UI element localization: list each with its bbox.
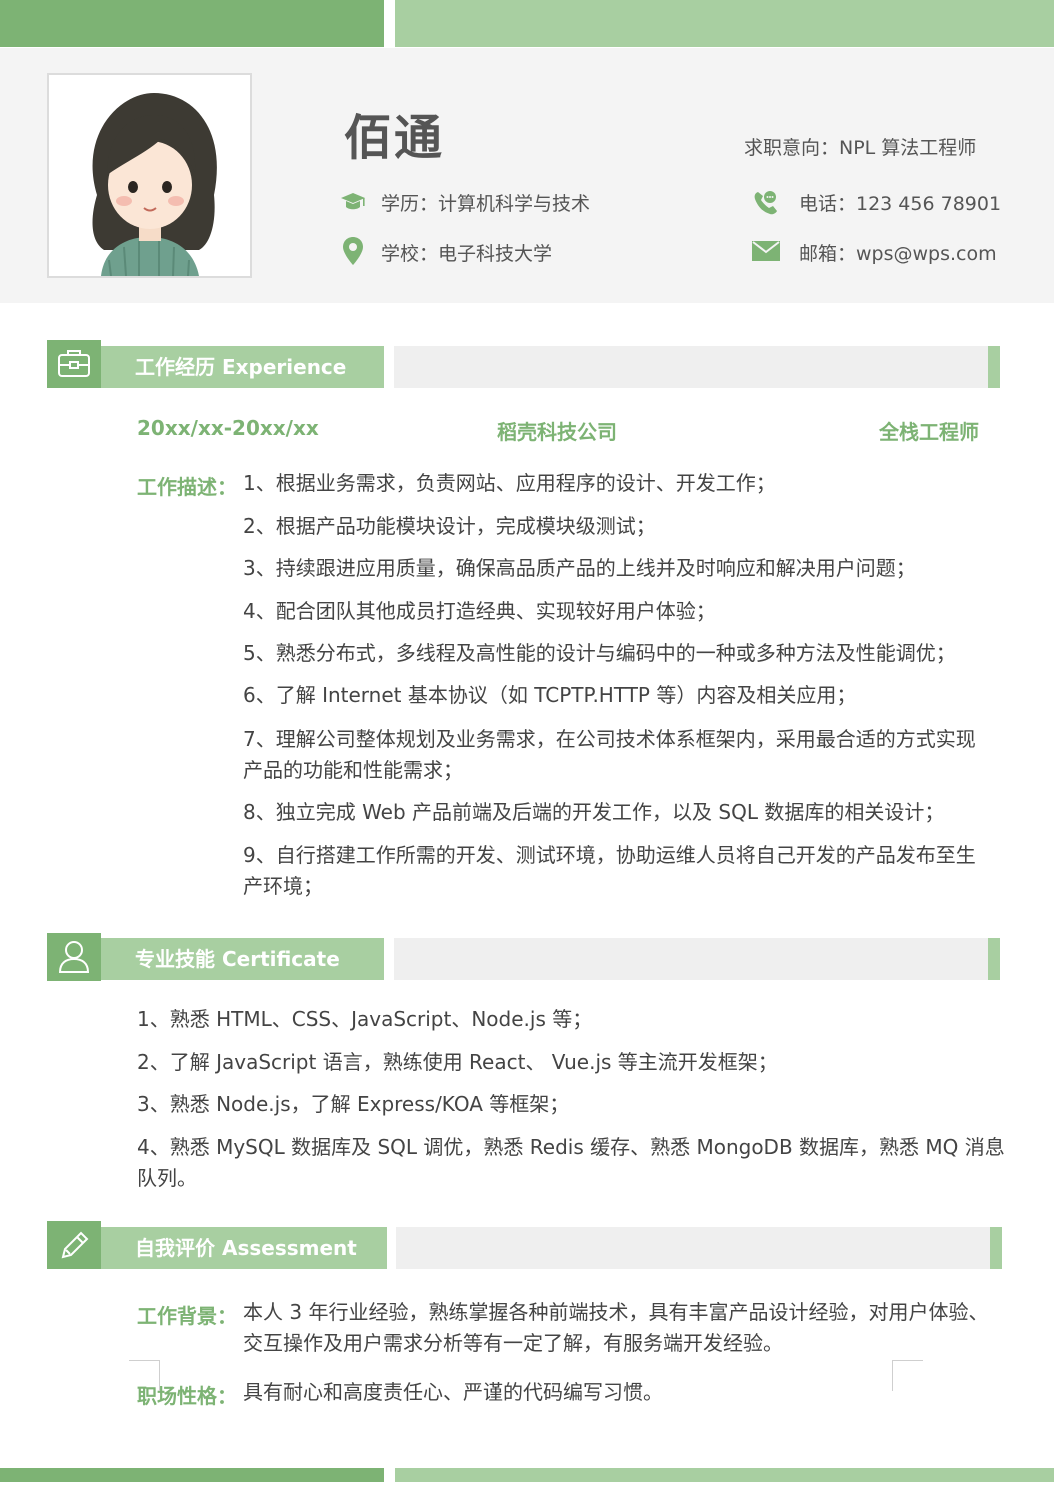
school-text: 学校：电子科技大学	[381, 243, 553, 265]
phone-text: 电话：123 456 78901	[799, 193, 1002, 215]
assessment-title: 自我评价 Assessment	[101, 1227, 387, 1269]
assessment-title-end	[990, 1227, 1002, 1269]
work-desc-item: 6、了解 Internet 基本协议（如 TCPTP.HTTP 等）内容及相关应…	[243, 683, 857, 707]
location-pin-icon	[342, 237, 368, 265]
top-bar-right	[395, 0, 1054, 47]
experience-period: 20xx/xx-20xx/xx	[137, 416, 319, 440]
skills-icon-box	[47, 933, 101, 981]
assessment-icon-box	[47, 1221, 101, 1269]
profile-photo	[47, 73, 252, 278]
bottom-bar-right	[395, 1468, 1054, 1482]
work-background-label: 工作背景：	[137, 1304, 237, 1328]
experience-position: 全栈工程师	[879, 420, 979, 444]
experience-icon-box	[47, 340, 101, 388]
work-background-text: 本人 3 年行业经验，熟练掌握各种前端技术，具有丰富产品设计经验，对用户体验、交…	[243, 1300, 989, 1355]
corner-mark-right	[892, 1360, 923, 1391]
graduation-cap-icon	[340, 189, 366, 215]
experience-title-end	[988, 346, 1000, 388]
skill-item: 3、熟悉 Node.js，了解 Express/KOA 等框架；	[137, 1092, 570, 1116]
assessment-title-track	[396, 1227, 990, 1269]
work-desc-label: 工作描述：	[137, 475, 237, 499]
skill-item: 4、熟悉 MySQL 数据库及 SQL 调优，熟悉 Redis 缓存、熟悉 Mo…	[137, 1135, 1005, 1190]
email-text: 邮箱：wps@wps.com	[799, 243, 997, 265]
skills-title: 专业技能 Certificate	[101, 938, 384, 980]
education-text: 学历：计算机科学与技术	[381, 193, 591, 215]
experience-title-track	[394, 346, 988, 388]
avatar-illustration	[49, 75, 250, 276]
top-bar-left	[0, 0, 384, 47]
skills-title-end	[988, 938, 1000, 980]
mail-icon	[752, 240, 780, 266]
pencil-icon	[61, 1231, 89, 1259]
work-desc-item: 1、根据业务需求，负责网站、应用程序的设计、开发工作；	[243, 471, 776, 495]
work-desc-item: 3、持续跟进应用质量，确保高品质产品的上线并及时响应和解决用户问题；	[243, 556, 916, 580]
work-desc-item: 5、熟悉分布式，多线程及高性能的设计与编码中的一种或多种方法及性能调优；	[243, 641, 956, 665]
phone-icon	[752, 189, 778, 215]
candidate-name: 佰通	[344, 110, 445, 166]
briefcase-icon	[58, 350, 90, 377]
experience-title: 工作经历 Experience	[101, 346, 384, 388]
job-intent: 求职意向：NPL 算法工程师	[744, 137, 977, 159]
skills-title-track	[394, 938, 988, 980]
work-desc-item: 8、独立完成 Web 产品前端及后端的开发工作，以及 SQL 数据库的相关设计；	[243, 800, 945, 824]
work-desc-item: 7、理解公司整体规划及业务需求，在公司技术体系框架内，采用最合适的方式实现产品的…	[243, 727, 976, 782]
skill-item: 1、熟悉 HTML、CSS、JavaScript、Node.js 等；	[137, 1007, 593, 1031]
work-desc-item: 4、配合团队其他成员打造经典、实现较好用户体验；	[243, 599, 716, 623]
corner-mark-left	[129, 1360, 160, 1391]
bottom-bar-left	[0, 1468, 384, 1482]
personality-text: 具有耐心和高度责任心、严谨的代码编写习惯。	[243, 1380, 663, 1404]
experience-company: 稻壳科技公司	[497, 420, 617, 444]
skill-item: 2、了解 JavaScript 语言，熟练使用 React、 Vue.js 等主…	[137, 1050, 778, 1074]
work-desc-item: 2、根据产品功能模块设计，完成模块级测试；	[243, 514, 656, 538]
user-icon	[58, 941, 90, 973]
work-desc-item: 9、自行搭建工作所需的开发、测试环境，协助运维人员将自己开发的产品发布至生产环境…	[243, 843, 976, 898]
